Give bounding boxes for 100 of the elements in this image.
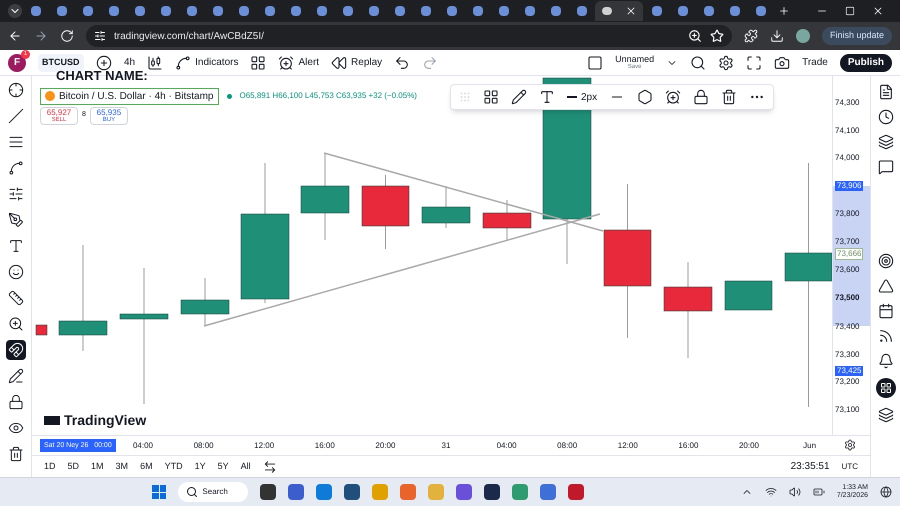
zoom-icon[interactable]: [688, 29, 702, 43]
alarm-icon[interactable]: [278, 54, 294, 70]
drawing-tool[interactable]: [6, 340, 26, 360]
clock-time: 23:35:51: [790, 460, 830, 474]
range-button[interactable]: YTD: [164, 460, 183, 474]
taskbar-search[interactable]: Search: [178, 482, 248, 502]
alert-button[interactable]: Alert: [278, 54, 320, 70]
range-button[interactable]: 1D: [44, 460, 56, 474]
favicon-icon: [446, 6, 456, 16]
indicators-icon[interactable]: [175, 54, 192, 70]
user-avatar[interactable]: F: [8, 54, 26, 72]
new-tab-icon[interactable]: [778, 5, 790, 17]
globe-icon[interactable]: [880, 486, 892, 498]
taskbar-app-icon[interactable]: [260, 484, 276, 500]
bookmark-star-icon[interactable]: [710, 29, 724, 43]
chat-icon[interactable]: [878, 159, 894, 175]
calendar-icon[interactable]: [878, 303, 894, 319]
trend-line[interactable]: [324, 152, 604, 232]
price-label: 73,425: [835, 366, 864, 376]
favicon-icon: [238, 6, 248, 16]
triangle-icon[interactable]: [878, 278, 894, 294]
forward-icon[interactable]: [34, 29, 48, 43]
symbol-field[interactable]: BTCUSD: [38, 54, 84, 72]
range-button[interactable]: 5D: [68, 460, 80, 474]
candle: [724, 280, 772, 310]
favicon-icon: [730, 6, 740, 16]
tab-list-icon[interactable]: [8, 4, 22, 18]
range-button[interactable]: 6M: [140, 460, 153, 474]
bell-icon[interactable]: [878, 353, 894, 369]
templates-icon[interactable]: [250, 54, 266, 70]
watchlist-icon[interactable]: [878, 84, 894, 100]
range-button[interactable]: 1Y: [194, 460, 206, 474]
price-label: 74,000: [835, 153, 860, 163]
templates-icon[interactable]: [483, 89, 499, 105]
target-icon[interactable]: [878, 253, 894, 269]
layers-icon[interactable]: [878, 407, 894, 423]
apps-grid-button[interactable]: [876, 378, 896, 398]
price-label: 73,666: [835, 248, 864, 260]
favicon-icon: [108, 6, 118, 16]
timezone-label[interactable]: UTC: [842, 460, 858, 472]
drag-handle-icon[interactable]: [459, 91, 471, 103]
back-icon[interactable]: [8, 29, 22, 43]
close-icon[interactable]: [624, 5, 636, 17]
range-button[interactable]: 5Y: [218, 460, 229, 474]
extensions-icon[interactable]: [744, 29, 758, 43]
address-bar[interactable]: tradingview.com/chart/AwCBdZ5I/: [86, 25, 732, 47]
range-button[interactable]: All: [240, 460, 251, 474]
line-icon: [8, 108, 24, 124]
compare-icon[interactable]: [96, 54, 112, 70]
site-info-icon[interactable]: [94, 30, 106, 42]
text-icon[interactable]: [539, 89, 555, 105]
fullscreen-icon[interactable]: [746, 54, 762, 70]
trade-button[interactable]: Trade: [802, 55, 828, 70]
reload-icon[interactable]: [60, 29, 74, 43]
camera-icon[interactable]: [774, 54, 790, 70]
time-label: 31: [440, 440, 452, 452]
price-label: 73,300: [835, 350, 860, 360]
battery-icon[interactable]: [812, 486, 825, 498]
rewind-icon[interactable]: [331, 54, 348, 70]
alarm-icon[interactable]: [665, 89, 682, 105]
download-icon[interactable]: [770, 29, 784, 43]
interval-button[interactable]: 4h: [124, 55, 136, 70]
update-button[interactable]: Finish update: [822, 27, 892, 45]
maximize-icon[interactable]: [845, 6, 855, 16]
close-icon[interactable]: [872, 5, 884, 17]
lock-icon[interactable]: [693, 89, 710, 105]
favicon-icon: [368, 6, 378, 16]
candle: [180, 278, 230, 326]
crosshair-icon: [8, 82, 24, 98]
profile-avatar[interactable]: [796, 29, 810, 43]
symbol-title[interactable]: Bitcoin / U.S. Dollar · 4h · Bitstamp: [40, 88, 218, 104]
line-width-button[interactable]: 2px: [567, 90, 598, 104]
favicon-icon: [160, 6, 170, 16]
undo-icon[interactable]: [394, 54, 410, 70]
date-range-icon[interactable]: [262, 460, 277, 474]
range-button[interactable]: 3M: [116, 460, 128, 474]
windows-start-icon[interactable]: [152, 485, 166, 499]
taskbar-app-icon[interactable]: [484, 484, 500, 500]
taskbar-app-icon[interactable]: [568, 484, 584, 500]
price-label: 73,100: [835, 405, 860, 415]
feed-icon[interactable]: [878, 328, 894, 344]
bitcoin-coin-icon: [45, 91, 55, 101]
volume-icon[interactable]: [788, 486, 801, 498]
candles-icon[interactable]: [147, 54, 164, 70]
trash-icon[interactable]: [721, 89, 738, 105]
range-button[interactable]: 1M: [91, 460, 104, 474]
favicon-icon: [290, 6, 300, 16]
pencil-icon[interactable]: [511, 89, 527, 105]
favicon-icon: [134, 6, 144, 16]
search-icon[interactable]: [690, 54, 706, 70]
clock-icon[interactable]: [878, 109, 894, 125]
redo-icon[interactable]: [422, 54, 438, 70]
replay-button[interactable]: Replay: [331, 54, 382, 70]
browser-tab[interactable]: [595, 1, 643, 21]
layout-icon[interactable]: [587, 54, 604, 70]
layers-icon[interactable]: [878, 134, 894, 150]
taskbar-app-icon[interactable]: [344, 484, 360, 500]
indicators-button[interactable]: Indicators: [175, 54, 238, 70]
trend-line[interactable]: [204, 213, 600, 327]
publish-button[interactable]: Publish: [840, 54, 892, 72]
